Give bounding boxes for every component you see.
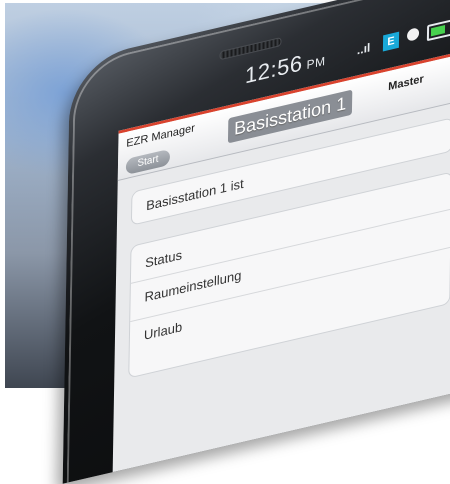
menu-item-status[interactable]: Status <box>145 247 182 271</box>
signal-icon: ..ıl <box>356 40 371 58</box>
divider <box>130 208 450 284</box>
battery-icon <box>426 19 450 42</box>
station-status-label: Basisstation 1 ist <box>146 175 244 214</box>
alarm-icon <box>406 27 420 42</box>
menu-item-urlaub[interactable]: Urlaub <box>144 319 183 343</box>
start-back-button[interactable]: Start <box>125 148 171 176</box>
master-label[interactable]: Master <box>388 73 424 93</box>
network-type-icon: E <box>382 31 400 52</box>
smartphone: 12:56 PM ..ıl E EZR Manager Basisstation … <box>62 0 450 484</box>
clock-ampm: PM <box>306 53 326 73</box>
